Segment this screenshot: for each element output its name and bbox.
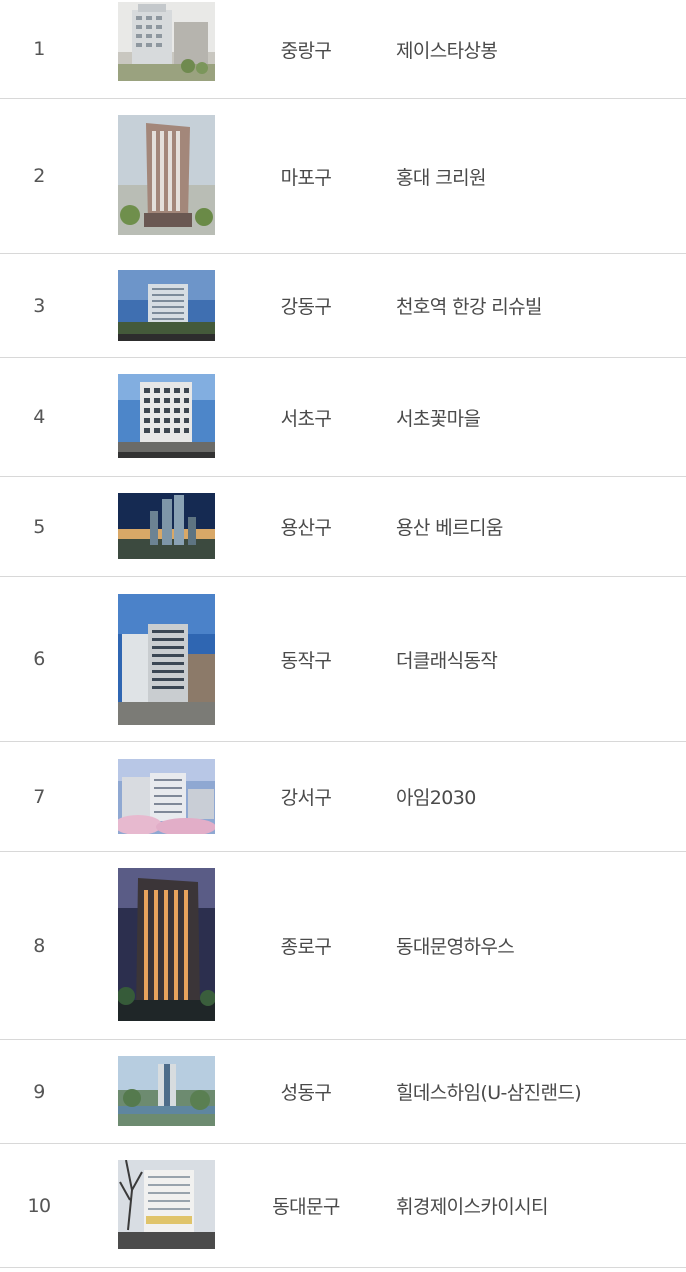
row-number: 1: [33, 38, 45, 60]
building-thumbnail: [118, 1160, 215, 1249]
building-name: 용산 베르디움: [396, 517, 503, 539]
table-row: 5 용산구 용산 베르디움: [0, 477, 686, 577]
table-row: 8 종로구 동대문영하우스: [0, 852, 686, 1040]
building-name: 홍대 크리원: [396, 166, 486, 189]
district-label: 중랑구: [280, 39, 332, 62]
row-number: 10: [27, 1194, 52, 1217]
building-thumbnail: [118, 374, 215, 458]
table-row: 9 성동구 힐데스하임(U-삼진랜드): [0, 1040, 686, 1144]
building-name: 힐데스하임(U-삼진랜드): [396, 1082, 582, 1104]
district-label: 종로구: [280, 936, 332, 958]
table-row: 10 동대문구 휘경제이스카이시티: [0, 1144, 686, 1268]
row-number: 8: [33, 934, 45, 957]
row-number: 3: [33, 294, 45, 317]
building-name: 휘경제이스카이시티: [396, 1196, 549, 1218]
building-name: 더클래식동작: [396, 649, 498, 672]
district-label: 동작구: [280, 649, 332, 672]
table-row: 7 강서구 아임2030: [0, 742, 686, 852]
district-label: 동대문구: [272, 1196, 340, 1218]
row-number: 9: [33, 1080, 45, 1103]
building-list-table: 1 중랑구 제이스타상봉 2 마포구 홍대 크리원 3 강동구 천호역 한강 리…: [0, 0, 686, 1272]
district-label: 성동구: [280, 1082, 332, 1104]
building-name: 서초꽃마을: [396, 407, 481, 430]
district-label: 강서구: [280, 787, 332, 809]
row-number: 4: [33, 406, 45, 428]
table-row: 1 중랑구 제이스타상봉: [0, 0, 686, 99]
building-name: 천호역 한강 리슈빌: [396, 296, 543, 318]
table-row: 6 동작구 더클래식동작: [0, 577, 686, 742]
district-label: 마포구: [280, 166, 332, 189]
table-row: 3 강동구 천호역 한강 리슈빌: [0, 254, 686, 358]
building-name: 제이스타상봉: [396, 39, 498, 62]
building-name: 아임2030: [396, 787, 476, 809]
table-row: 4 서초구 서초꽃마을: [0, 358, 686, 477]
district-label: 서초구: [280, 407, 332, 430]
building-thumbnail: [118, 759, 215, 834]
building-thumbnail: [118, 868, 215, 1021]
row-number: 6: [33, 648, 45, 670]
row-number: 7: [33, 785, 45, 808]
table-row: 2 마포구 홍대 크리원: [0, 99, 686, 254]
row-number: 2: [33, 165, 45, 187]
building-thumbnail: [118, 270, 215, 341]
district-label: 용산구: [280, 517, 332, 539]
building-thumbnail: [118, 594, 215, 725]
building-thumbnail: [118, 2, 215, 81]
building-thumbnail: [118, 493, 215, 559]
building-thumbnail: [118, 1056, 215, 1126]
row-number: 5: [33, 515, 45, 538]
building-thumbnail: [118, 115, 215, 235]
building-name: 동대문영하우스: [396, 936, 515, 958]
district-label: 강동구: [280, 296, 332, 318]
